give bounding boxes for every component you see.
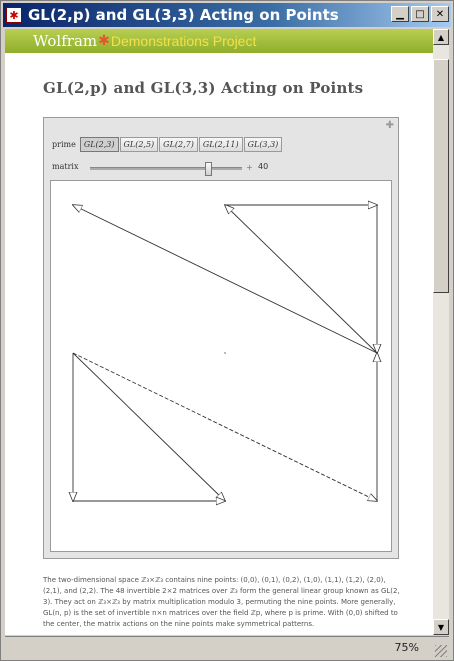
arrow-plot: [51, 181, 391, 551]
window-title: GL(2,p) and GL(3,3) Acting on Points: [28, 6, 339, 24]
scroll-up-icon[interactable]: ▲: [433, 29, 449, 45]
slider-thumb[interactable]: [204, 162, 212, 176]
tab-gl-2-3[interactable]: GL(2,3): [79, 137, 119, 152]
mathematica-star-icon: ✱: [6, 7, 22, 23]
description-text: The two-dimensional space ℤ₃×ℤ₃ contains…: [43, 576, 400, 628]
fixed-point: [224, 352, 226, 354]
maximize-button[interactable]: □: [411, 6, 429, 22]
manipulate-panel: ✚ prime GL(2,3) GL(2,5) GL(2,7) GL(2,11)…: [43, 117, 399, 559]
prime-label: prime: [52, 140, 76, 149]
wolfram-banner: Wolfram ✱ Demonstrations Project: [5, 29, 433, 53]
arrow-1: [225, 205, 378, 354]
zoom-level[interactable]: 75%: [395, 641, 419, 654]
scroll-down-icon[interactable]: ▼: [433, 619, 449, 635]
slider-expand-icon[interactable]: +: [246, 163, 253, 172]
title-bar: ✱ GL(2,p) and GL(3,3) Acting on Points ▁…: [3, 3, 451, 27]
tab-gl-2-5[interactable]: GL(2,5): [119, 137, 159, 152]
banner-star-icon: ✱: [98, 33, 110, 49]
app-window: ✱ GL(2,p) and GL(3,3) Acting on Points ▁…: [0, 0, 454, 661]
tab-gl-3-3[interactable]: GL(3,3): [243, 137, 283, 152]
banner-brand[interactable]: Wolfram: [33, 32, 97, 50]
matrix-slider[interactable]: [90, 162, 242, 176]
vertical-scrollbar[interactable]: ▲ ▼: [433, 29, 449, 635]
matrix-slider-row: matrix + 40: [52, 161, 392, 176]
resize-grip-icon[interactable]: [435, 645, 447, 657]
page-title: GL(2,p) and GL(3,3) Acting on Points: [43, 79, 364, 97]
plot-area: [50, 180, 392, 552]
banner-product[interactable]: Demonstrations Project: [111, 33, 257, 49]
status-bar: 75%: [5, 636, 449, 659]
arrow-0: [73, 205, 378, 354]
tab-gl-2-7[interactable]: GL(2,7): [159, 137, 198, 152]
tab-gl-2-11[interactable]: GL(2,11): [198, 137, 243, 152]
notebook-content: Wolfram ✱ Demonstrations Project GL(2,p)…: [5, 29, 433, 635]
close-button[interactable]: ✕: [431, 6, 449, 22]
scroll-thumb[interactable]: [433, 59, 449, 293]
matrix-label: matrix: [52, 162, 79, 171]
arrow-7: [72, 352, 377, 501]
slider-value: 40: [258, 162, 269, 171]
prime-selector: prime GL(2,3) GL(2,5) GL(2,7) GL(2,11) G…: [52, 137, 283, 152]
minimize-button[interactable]: ▁: [391, 6, 409, 22]
panel-options-icon[interactable]: ✚: [386, 120, 394, 131]
arrow-4: [72, 352, 225, 501]
window-controls: ▁ □ ✕: [391, 6, 449, 22]
